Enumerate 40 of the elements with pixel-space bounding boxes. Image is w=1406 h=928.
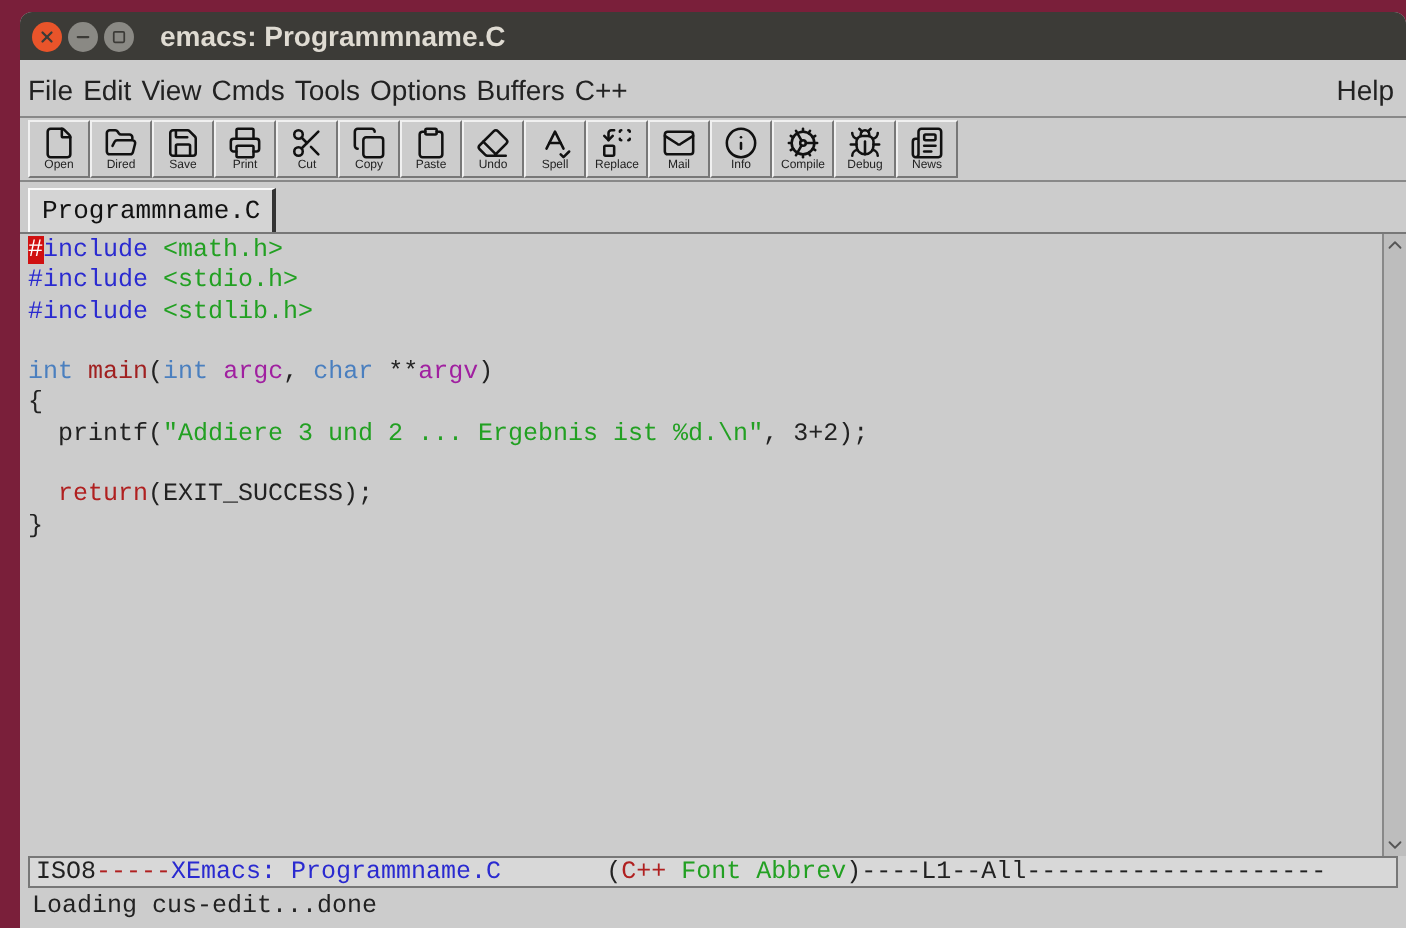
minimize-button[interactable] xyxy=(68,21,98,51)
close-icon xyxy=(38,27,56,45)
menu-item[interactable]: Edit xyxy=(83,70,132,112)
code-line: return(EXIT_SUCCESS); xyxy=(56,480,374,512)
printer-icon xyxy=(228,126,262,160)
document-icon xyxy=(42,126,76,160)
help-menu-item[interactable]: Help xyxy=(1336,70,1394,112)
window-title: emacs: Programmname.C xyxy=(160,17,506,56)
info-icon xyxy=(724,126,758,160)
copy-icon xyxy=(352,126,386,160)
code-editor[interactable]: #include <math.h> #include <stdio.h> #include <stdlib.h> int main(int argc, char **argv) { printf("Addiere 3 und 2 ... Ergebnis ist %d.\n", 3+2); return(EXIT_SUCCESS); } xyxy=(20,234,1382,856)
bug-icon xyxy=(848,126,882,160)
buffer-tab[interactable]: Programmname.C xyxy=(28,188,277,232)
folder-icon xyxy=(104,126,138,160)
maximize-button[interactable] xyxy=(104,21,134,51)
scrollbar[interactable] xyxy=(1382,234,1406,856)
code-line: printf("Addiere 3 und 2 ... Ergebnis ist %d.\n", 3+2); xyxy=(56,419,869,451)
menu-item[interactable]: Tools xyxy=(294,70,361,112)
minibuffer-message: Loading cus-edit...done xyxy=(32,892,378,920)
menu-item[interactable]: Buffers xyxy=(476,70,565,112)
menu-item[interactable]: Options xyxy=(370,70,467,112)
scissors-icon xyxy=(290,126,324,160)
menu-item[interactable]: Cmds xyxy=(211,70,285,112)
code-line: } xyxy=(28,511,44,542)
menu-item[interactable]: File xyxy=(28,70,74,112)
replace-icon xyxy=(600,126,634,160)
maximize-icon xyxy=(112,29,126,43)
code-line: #include <math.h> xyxy=(28,236,284,267)
menu-item[interactable]: View xyxy=(141,70,202,112)
code-line: { xyxy=(28,388,44,420)
code-line: int main(int argc, char **argv) xyxy=(28,358,494,389)
mail-icon xyxy=(662,126,696,160)
newspaper-icon xyxy=(910,126,944,160)
code-line: #include <stdlib.h> xyxy=(28,297,314,328)
menu-item[interactable]: C++ xyxy=(574,70,628,112)
close-button[interactable] xyxy=(32,21,62,51)
clipboard-icon xyxy=(414,126,448,160)
eraser-icon xyxy=(476,126,510,160)
gears-icon xyxy=(786,126,820,160)
code-line: #include <stdio.h> xyxy=(28,266,299,298)
